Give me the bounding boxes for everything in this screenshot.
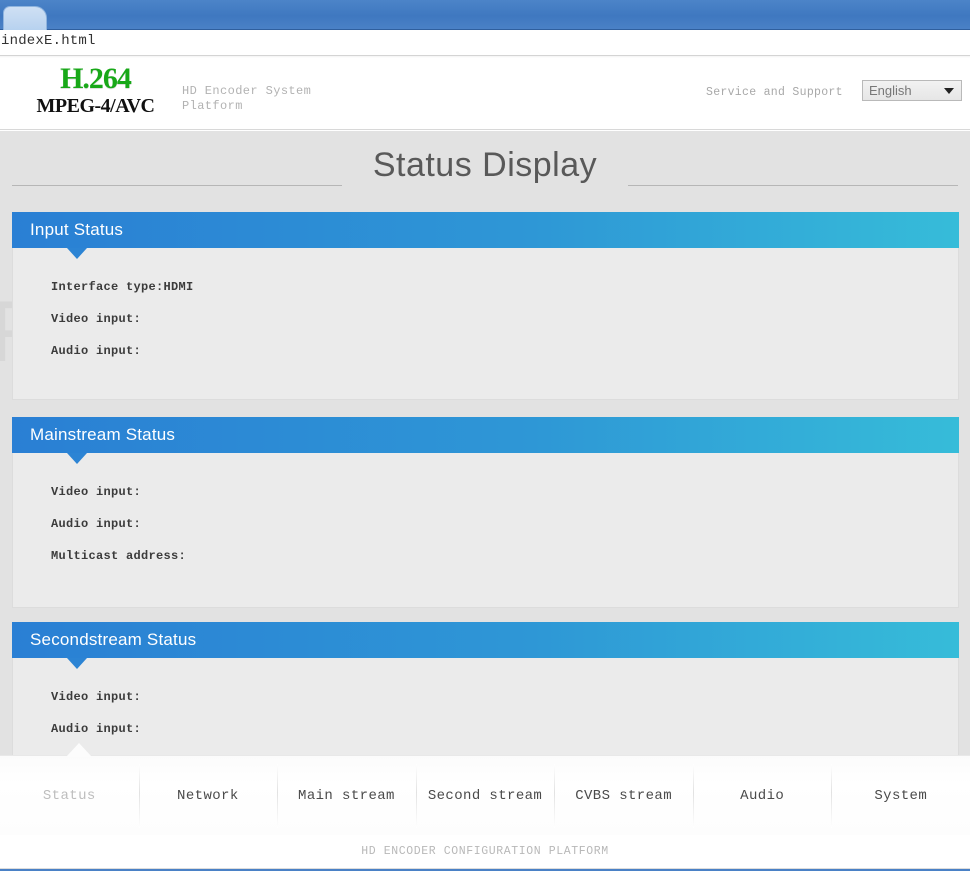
nav-item-cvbs-stream[interactable]: CVBS stream bbox=[554, 756, 693, 835]
browser-titlebar bbox=[0, 0, 970, 30]
nav-label-cvbs-stream: CVBS stream bbox=[575, 787, 673, 804]
language-select-value: English bbox=[869, 83, 912, 98]
panel-notch-icon bbox=[67, 658, 87, 669]
panel-title-mainstream-status: Mainstream Status bbox=[30, 425, 176, 444]
nav-label-status: Status bbox=[42, 787, 96, 804]
language-select[interactable]: English bbox=[862, 80, 962, 101]
browser-address-bar[interactable] bbox=[0, 30, 970, 56]
field-video-input: Video input: bbox=[51, 690, 142, 704]
field-video-input: Video input: bbox=[51, 312, 142, 326]
browser-url-text[interactable]: indexE.html bbox=[1, 33, 96, 49]
field-video-input: Video input: bbox=[51, 485, 142, 499]
page-footer: HD ENCODER CONFIGURATION PLATFORM bbox=[0, 835, 970, 871]
panel-header-secondstream-status: Secondstream Status bbox=[12, 622, 959, 669]
page-body: Foxwey.com Status Display Input Status I… bbox=[0, 131, 970, 755]
field-interface-type: Interface type:HDMI bbox=[51, 280, 194, 294]
site-logo: H.264 MPEG-4/AVC bbox=[18, 62, 173, 118]
field-audio-input: Audio input: bbox=[51, 517, 142, 531]
bottom-navigation: Status Network Main stream Second stream… bbox=[0, 743, 970, 835]
logo-mpeg-text: MPEG-4/AVC bbox=[36, 95, 155, 117]
field-audio-input: Audio input: bbox=[51, 344, 142, 358]
panel-mainstream-status: Mainstream Status Video input: Audio inp… bbox=[12, 417, 959, 608]
panel-notch-icon bbox=[67, 453, 87, 464]
panel-body-mainstream-status: Video input: Audio input: Multicast addr… bbox=[12, 453, 959, 608]
footer-text: HD ENCODER CONFIGURATION PLATFORM bbox=[361, 845, 609, 858]
panel-secondstream-status: Secondstream Status Video input: Audio i… bbox=[12, 622, 959, 755]
nav-item-audio[interactable]: Audio bbox=[692, 756, 832, 835]
header-subtitle: HD Encoder System Platform bbox=[182, 84, 312, 113]
nav-item-network[interactable]: Network bbox=[138, 756, 278, 835]
nav-label-system: System bbox=[874, 787, 928, 804]
field-multicast-address: Multicast address: bbox=[51, 549, 187, 563]
nav-label-network: Network bbox=[177, 787, 239, 804]
chevron-down-icon bbox=[944, 88, 954, 94]
logo-h264-text: H.264 bbox=[60, 62, 132, 95]
panel-title-input-status: Input Status bbox=[30, 220, 124, 239]
browser-tab[interactable] bbox=[3, 6, 47, 30]
panel-header-mainstream-status: Mainstream Status bbox=[12, 417, 959, 464]
nav-label-second-stream: Second stream bbox=[427, 787, 543, 804]
service-and-support-link[interactable]: Service and Support bbox=[706, 86, 843, 99]
title-rule-left bbox=[12, 185, 342, 186]
panel-header-input-status: Input Status bbox=[12, 212, 959, 259]
title-rule-right bbox=[628, 185, 958, 186]
nav-item-main-stream[interactable]: Main stream bbox=[277, 756, 416, 835]
panel-body-input-status: Interface type:HDMI Video input: Audio i… bbox=[12, 248, 959, 400]
panel-body-secondstream-status: Video input: Audio input: Multicast addr… bbox=[12, 658, 959, 755]
panel-input-status: Input Status Interface type:HDMI Video i… bbox=[12, 212, 959, 400]
panel-notch-icon bbox=[67, 248, 87, 259]
nav-item-second-stream[interactable]: Second stream bbox=[415, 756, 555, 835]
nav-item-system[interactable]: System bbox=[831, 756, 970, 835]
nav-label-main-stream: Main stream bbox=[298, 787, 395, 804]
field-audio-input: Audio input: bbox=[51, 722, 142, 736]
nav-active-indicator-icon bbox=[66, 743, 92, 757]
page-title: Status Display bbox=[372, 146, 598, 184]
panel-title-secondstream-status: Secondstream Status bbox=[30, 630, 197, 649]
nav-label-audio: Audio bbox=[740, 787, 785, 804]
page-title-section: Status Display bbox=[0, 146, 970, 206]
nav-item-status[interactable]: Status bbox=[0, 756, 139, 835]
